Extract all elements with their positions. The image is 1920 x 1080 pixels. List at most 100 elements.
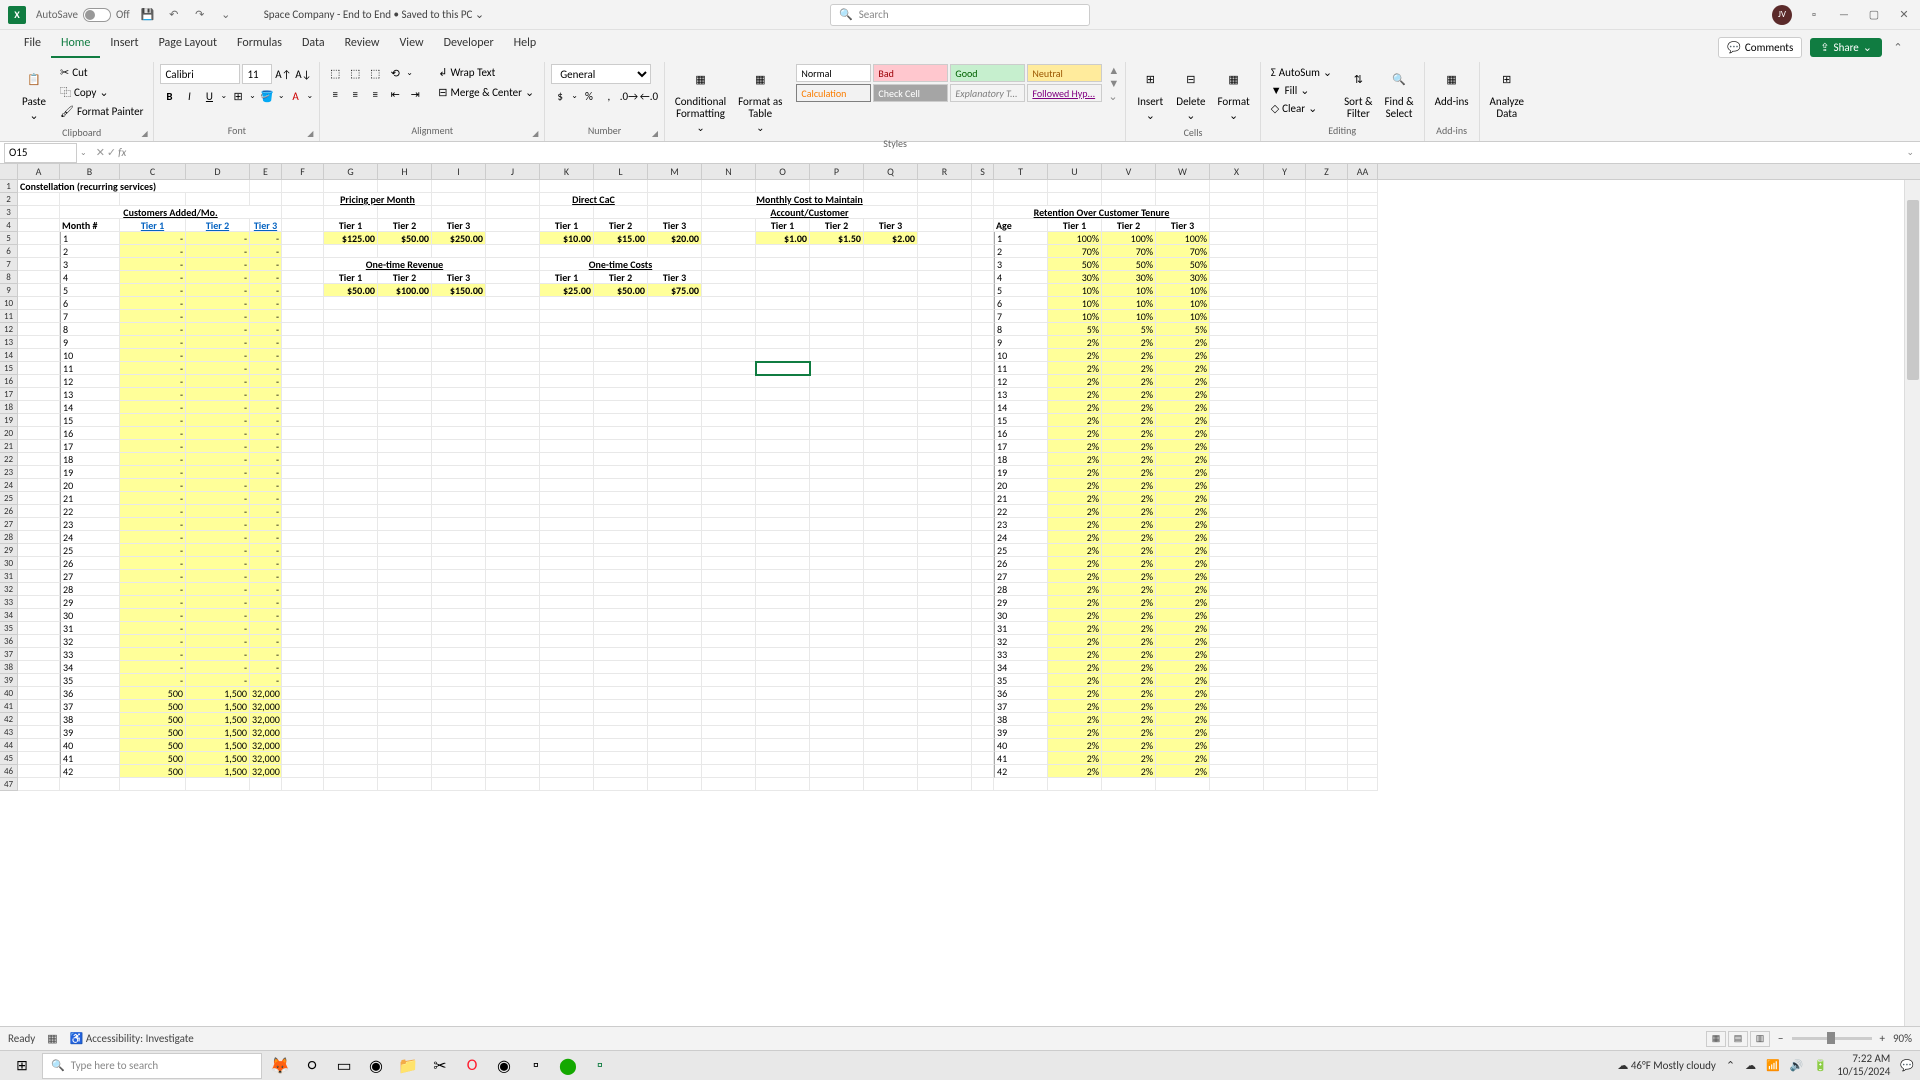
analyze-data-button[interactable]: ⊞Analyze Data: [1486, 64, 1528, 122]
cell[interactable]: [702, 271, 756, 284]
cell[interactable]: 27: [60, 570, 120, 583]
cell[interactable]: -: [120, 453, 186, 466]
cell[interactable]: [486, 596, 540, 609]
cell[interactable]: [18, 349, 60, 362]
cell[interactable]: 36: [994, 687, 1048, 700]
cell[interactable]: [324, 765, 378, 778]
cell[interactable]: [486, 310, 540, 323]
cell[interactable]: One-time Revenue: [324, 258, 486, 271]
cell[interactable]: [18, 583, 60, 596]
cell[interactable]: [1306, 362, 1348, 375]
taskbar-snip-icon[interactable]: ✂: [426, 1052, 454, 1080]
column-header[interactable]: S: [972, 164, 994, 179]
cell[interactable]: [1210, 739, 1264, 752]
cell[interactable]: [432, 661, 486, 674]
cell[interactable]: [378, 674, 432, 687]
cell[interactable]: [972, 349, 994, 362]
cell[interactable]: [810, 622, 864, 635]
cell[interactable]: 50%: [1156, 258, 1210, 271]
column-header[interactable]: H: [378, 164, 432, 179]
cell[interactable]: [972, 583, 994, 596]
cut-button[interactable]: ✂Cut: [56, 64, 147, 81]
cell[interactable]: -: [120, 284, 186, 297]
row-header[interactable]: 36: [0, 635, 18, 648]
cell[interactable]: [486, 245, 540, 258]
cell[interactable]: [432, 531, 486, 544]
cell[interactable]: Pricing per Month: [324, 193, 432, 206]
cell[interactable]: [540, 635, 594, 648]
cell[interactable]: [486, 297, 540, 310]
column-header[interactable]: P: [810, 164, 864, 179]
cell[interactable]: [972, 375, 994, 388]
cell[interactable]: [702, 726, 756, 739]
cell[interactable]: [864, 479, 918, 492]
cell[interactable]: [702, 583, 756, 596]
cell[interactable]: [486, 336, 540, 349]
cell[interactable]: [486, 479, 540, 492]
cell[interactable]: [540, 531, 594, 544]
cell[interactable]: [594, 466, 648, 479]
cell[interactable]: 9: [60, 336, 120, 349]
cell[interactable]: 1,500: [186, 687, 250, 700]
cell[interactable]: [756, 401, 810, 414]
cell[interactable]: [1264, 778, 1306, 791]
cell[interactable]: [18, 609, 60, 622]
cell[interactable]: [120, 193, 186, 206]
cell[interactable]: [1306, 375, 1348, 388]
cell[interactable]: [324, 479, 378, 492]
cell[interactable]: [648, 375, 702, 388]
number-format-select[interactable]: General: [551, 64, 651, 84]
cell[interactable]: [810, 765, 864, 778]
cell[interactable]: [864, 440, 918, 453]
column-header[interactable]: A: [18, 164, 60, 179]
cell[interactable]: [972, 180, 994, 193]
increase-decimal-icon[interactable]: .0→: [620, 87, 638, 105]
cell[interactable]: -: [250, 440, 282, 453]
cell[interactable]: 41: [60, 752, 120, 765]
cell[interactable]: Tier 2: [594, 271, 648, 284]
cell[interactable]: 15: [60, 414, 120, 427]
cell[interactable]: 31: [994, 622, 1048, 635]
cell[interactable]: [18, 284, 60, 297]
cell[interactable]: [282, 414, 324, 427]
cell[interactable]: [810, 453, 864, 466]
cell[interactable]: [378, 375, 432, 388]
row-header[interactable]: 15: [0, 362, 18, 375]
cell[interactable]: 4: [994, 271, 1048, 284]
cell[interactable]: [972, 596, 994, 609]
cell[interactable]: 2%: [1156, 765, 1210, 778]
cell[interactable]: 2%: [1048, 674, 1102, 687]
cell[interactable]: [324, 323, 378, 336]
cell[interactable]: -: [120, 635, 186, 648]
cell[interactable]: [324, 310, 378, 323]
cell[interactable]: [864, 310, 918, 323]
cell[interactable]: [594, 492, 648, 505]
row-header[interactable]: 6: [0, 245, 18, 258]
cell[interactable]: [324, 180, 378, 193]
cell[interactable]: [486, 232, 540, 245]
cell[interactable]: [756, 297, 810, 310]
cell[interactable]: 2%: [1156, 557, 1210, 570]
cell[interactable]: [972, 232, 994, 245]
ribbon-tab-developer[interactable]: Developer: [434, 30, 504, 58]
spreadsheet-grid[interactable]: ABCDEFGHIJKLMNOPQRSTUVWXYZAA 1Constellat…: [0, 164, 1920, 1038]
cell[interactable]: [918, 609, 972, 622]
cell[interactable]: [594, 726, 648, 739]
cell[interactable]: [540, 570, 594, 583]
cell[interactable]: [432, 388, 486, 401]
cell[interactable]: [378, 492, 432, 505]
cell[interactable]: [648, 388, 702, 401]
cell[interactable]: [1306, 726, 1348, 739]
cell[interactable]: -: [120, 440, 186, 453]
cell[interactable]: [972, 206, 994, 219]
ribbon-tab-insert[interactable]: Insert: [100, 30, 148, 58]
cell[interactable]: [1306, 674, 1348, 687]
cell[interactable]: [648, 505, 702, 518]
cell[interactable]: [810, 648, 864, 661]
cell[interactable]: Tier 1: [120, 219, 186, 232]
cell[interactable]: [378, 583, 432, 596]
cell[interactable]: [324, 726, 378, 739]
cell[interactable]: 2%: [1102, 713, 1156, 726]
ribbon-display-icon[interactable]: ▫: [1806, 7, 1822, 23]
cell[interactable]: [1306, 401, 1348, 414]
